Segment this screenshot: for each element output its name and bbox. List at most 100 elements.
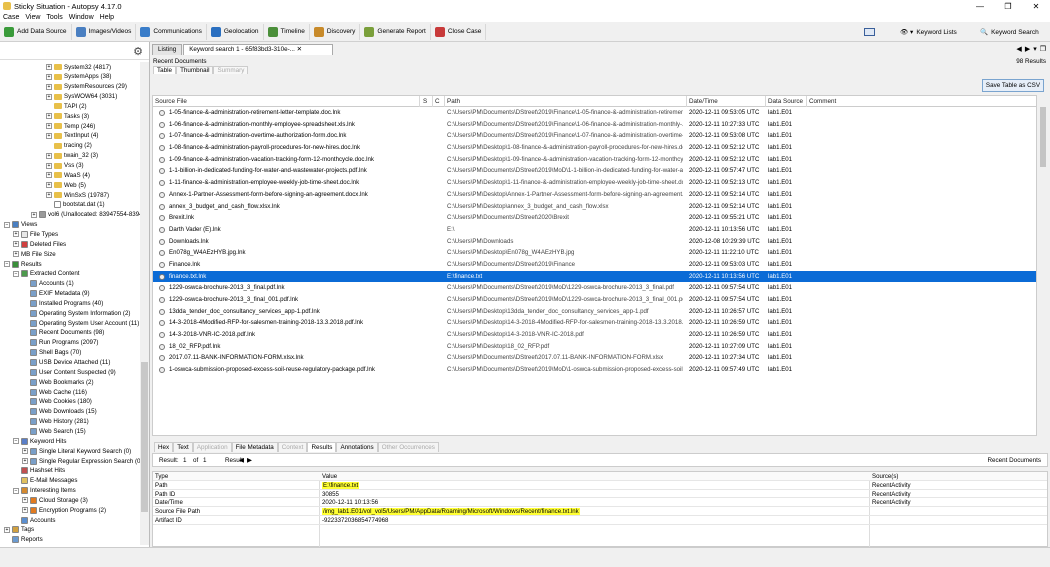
tree-node[interactable]: Web Cache (116): [22, 387, 87, 397]
tree-node[interactable]: Reports: [4, 535, 43, 545]
keyword-lists-button[interactable]: 👁 ▾ Keyword Lists: [900, 24, 957, 40]
expand-icon[interactable]: +: [46, 93, 52, 100]
expand-icon[interactable]: +: [46, 83, 52, 90]
keyword-search-button[interactable]: 🔍 Keyword Search: [980, 24, 1039, 40]
tab-keyword-search[interactable]: Keyword search 1 - 65f83bd3-310e-... ✕: [183, 44, 334, 55]
back-icon[interactable]: ◀: [1016, 45, 1021, 53]
tree-node[interactable]: − Views: [4, 220, 37, 230]
tree-node[interactable]: Installed Programs (40): [22, 298, 103, 308]
tree-node[interactable]: Web Downloads (15): [22, 407, 97, 417]
table-row[interactable]: 14-3-2018-VNR-IC-2018.pdf.lnk C:\Users\PM…: [153, 329, 1036, 341]
prev-result-icon[interactable]: ◀: [239, 457, 244, 464]
expand-icon[interactable]: +: [22, 458, 28, 464]
tree-node[interactable]: + Temp (246): [46, 121, 95, 131]
next-result-icon[interactable]: ▶: [247, 457, 252, 464]
window-restore-icon[interactable]: ❐: [1040, 45, 1046, 53]
table-row[interactable]: 1-1-billion-in-dedicated-funding-for-wat…: [153, 165, 1036, 177]
col-datetime[interactable]: Date/Time: [689, 98, 718, 105]
table-row[interactable]: 18_02_RFP.pdf.lnk C:\Users\PM\Desktop\18_…: [153, 341, 1036, 353]
col-c[interactable]: C: [435, 98, 440, 105]
tab-text[interactable]: Text: [173, 442, 193, 452]
expand-icon[interactable]: +: [22, 448, 28, 455]
table-row[interactable]: 14-3-2018-4Modified-RFP-for-salesmen-tra…: [153, 317, 1036, 329]
tree-node[interactable]: TAPI (2): [46, 101, 87, 111]
tree-node[interactable]: + Tags: [4, 525, 34, 535]
detail-row[interactable]: Path E:\finance.txt RecentActivity: [153, 481, 1047, 490]
detail-row[interactable]: Source File Path/img_lab1.E01/vol_vol5/U…: [153, 507, 1047, 516]
detail-row[interactable]: Path ID 30855 RecentActivity: [153, 490, 1047, 499]
tree-node[interactable]: Accounts: [13, 515, 55, 525]
table-row[interactable]: 1-05-finance-&-administration-retirement…: [153, 107, 1036, 119]
table-row[interactable]: 1-oswca-submission-proposed-excess-soil-…: [153, 364, 1036, 376]
table-row[interactable]: 1-06-finance-&-administration-monthly-em…: [153, 119, 1036, 131]
tree-node[interactable]: − Keyword Hits: [13, 436, 66, 446]
discovery-button[interactable]: Discovery: [310, 23, 361, 40]
table-row[interactable]: 1-07-finance-&-administration-overtime-a…: [153, 130, 1036, 142]
timeline-button[interactable]: Timeline: [264, 23, 310, 40]
tree-node[interactable]: − Interesting Items: [13, 486, 76, 496]
table-row[interactable]: 1-11-finance-&-administration-employee-w…: [153, 177, 1036, 189]
expand-icon[interactable]: +: [22, 507, 28, 514]
tree-node[interactable]: + twain_32 (3): [46, 151, 98, 161]
col-path[interactable]: Path: [447, 98, 460, 105]
tree-node[interactable]: + SystemResources (29): [46, 82, 127, 92]
tree-node[interactable]: + WaaS (4): [46, 170, 90, 180]
tree-node[interactable]: + vol6 (Unallocated: 83947554-83947: [31, 210, 140, 220]
tree-node[interactable]: Run Programs (2097): [22, 338, 99, 348]
tree-node[interactable]: tracing (2): [46, 141, 92, 151]
col-comment[interactable]: Comment: [809, 98, 836, 105]
collapse-icon[interactable]: −: [13, 438, 19, 445]
expand-icon[interactable]: +: [13, 241, 19, 248]
tree-node[interactable]: + Single Literal Keyword Search (0): [22, 446, 131, 456]
expand-icon[interactable]: +: [46, 113, 52, 120]
expand-icon[interactable]: +: [31, 211, 37, 218]
expand-icon[interactable]: +: [46, 182, 52, 189]
tree-node[interactable]: E-Mail Messages: [13, 476, 77, 486]
menu-view[interactable]: View: [22, 14, 43, 21]
table-row[interactable]: Finance.lnk C:\Users\PM\Documents\DStreet…: [153, 259, 1036, 271]
tree-node[interactable]: Recent Documents (98): [22, 328, 104, 338]
tree-node[interactable]: + Tasks (3): [46, 111, 89, 121]
subtab-table[interactable]: Table: [153, 66, 177, 74]
tree-node[interactable]: Web Search (15): [22, 426, 86, 436]
collapse-icon[interactable]: −: [4, 261, 10, 267]
minimize-button[interactable]: —: [966, 0, 994, 12]
table-row[interactable]: annex_3_budget_and_cash_flow.xlsx.lnk C:\…: [153, 201, 1036, 213]
expand-icon[interactable]: +: [46, 64, 52, 70]
tab-annotations[interactable]: Annotations: [336, 442, 378, 452]
table-row[interactable]: 13dda_tender_doc_consultancy_services_ap…: [153, 306, 1036, 318]
table-row[interactable]: 1229-oswca-brochure-2013_3_final.pdf.lnk…: [153, 282, 1036, 294]
expand-icon[interactable]: +: [46, 123, 52, 130]
expand-icon[interactable]: +: [46, 132, 52, 139]
save-table-csv-button[interactable]: Save Table as CSV: [982, 79, 1044, 92]
tree-node[interactable]: + File Types: [13, 229, 58, 239]
add-data-source-button[interactable]: Add Data Source: [0, 23, 72, 40]
table-row[interactable]: 1-09-finance-&-administration-vacation-t…: [153, 154, 1036, 166]
tree-node[interactable]: Web History (281): [22, 417, 89, 427]
expand-icon[interactable]: +: [46, 162, 52, 169]
table-row[interactable]: Downloads.lnk C:\Users\PM\Downloads 2020-1…: [153, 236, 1036, 248]
tree-node[interactable]: Hashset Hits: [13, 466, 65, 476]
tree-node[interactable]: − Results: [4, 259, 42, 269]
table-row[interactable]: 2017.07.11-BANK-INFORMATION-FORM.xlsx.ln…: [153, 352, 1036, 364]
detail-row[interactable]: Date/Time 2020-12-11 10:13:56 RecentActivi…: [153, 498, 1047, 508]
tab-hex[interactable]: Hex: [154, 442, 174, 452]
tree-node[interactable]: Web Bookmarks (2): [22, 377, 94, 387]
table-row[interactable]: 1-08-finance-&-administration-payroll-pr…: [153, 142, 1036, 154]
tree-node[interactable]: + Deleted Files: [13, 239, 66, 249]
tree-scrollbar[interactable]: [140, 62, 149, 545]
tree-node[interactable]: bootstat.dat (1): [46, 200, 105, 210]
table-row[interactable]: Annex-1-Partner-Assessment-form-before-s…: [153, 189, 1036, 201]
communications-button[interactable]: Communications: [136, 23, 207, 40]
table-row[interactable]: Darth Vader (E).lnk E:\ 2020-12-11 10:13:5…: [153, 224, 1036, 236]
tree-node[interactable]: Web Cookies (180): [22, 397, 92, 407]
images-videos-button[interactable]: Images/Videos: [72, 23, 137, 40]
geolocation-button[interactable]: Geolocation: [207, 23, 264, 40]
close-case-button[interactable]: Close Case: [431, 23, 487, 40]
collapse-icon[interactable]: −: [4, 221, 10, 228]
generate-report-button[interactable]: Generate Report: [360, 23, 431, 40]
table-row[interactable]: En078g_W4AEzHYB.jpg.lnk C:\Users\PM\Deskt…: [153, 247, 1036, 259]
subtab-thumbnail[interactable]: Thumbnail: [176, 66, 214, 74]
maximize-button[interactable]: ❐: [994, 0, 1022, 12]
table-row[interactable]: 1229-oswca-brochure-2013_3_final_001.pdf…: [153, 294, 1036, 306]
